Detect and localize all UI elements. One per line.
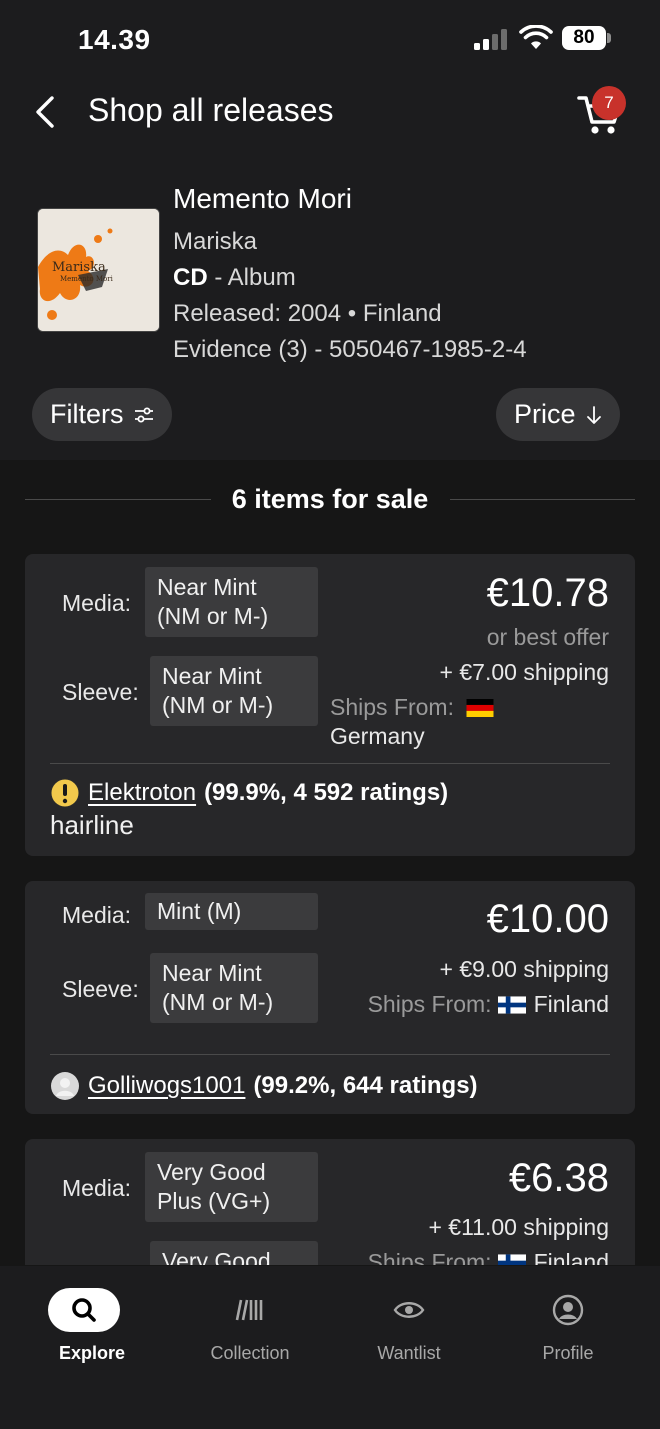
release-date-country: Released: 2004 • Finland bbox=[173, 300, 442, 327]
bottom-tab-bar: Explore Collection Wantlist Profile bbox=[0, 1266, 660, 1429]
sleeve-grade: Near Mint (NM or M-) bbox=[150, 656, 318, 726]
back-arrow-icon[interactable] bbox=[30, 94, 62, 130]
listing-card[interactable]: Media: Near Mint (NM or M-) Sleeve: Near… bbox=[25, 554, 635, 856]
ships-from-country: Finland bbox=[533, 1249, 609, 1265]
ships-from: Ships From: Finland bbox=[330, 990, 609, 1019]
listing-price: €6.38 bbox=[508, 1156, 609, 1200]
shipping-cost: + €9.00 shipping bbox=[439, 956, 609, 982]
listing-price: €10.00 bbox=[486, 897, 609, 941]
warning-icon bbox=[50, 778, 80, 808]
tab-wantlist[interactable]: Wantlist bbox=[334, 1266, 484, 1366]
germany-flag-icon bbox=[466, 699, 494, 717]
ships-from-country: Finland bbox=[533, 991, 609, 1017]
battery-tip bbox=[607, 33, 611, 43]
cover-text-title: Memento Mori bbox=[60, 275, 114, 283]
tab-profile-label: Profile bbox=[542, 1343, 594, 1363]
release-artist[interactable]: Mariska bbox=[173, 228, 257, 256]
search-icon bbox=[72, 1298, 96, 1322]
cellular-signal-icon bbox=[474, 28, 508, 50]
finland-flag-icon bbox=[497, 1254, 526, 1265]
listings-scroll-area[interactable]: Media: Near Mint (NM or M-) Sleeve: Near… bbox=[0, 530, 660, 1265]
ships-from-label: Ships From: bbox=[367, 1249, 492, 1265]
media-grade: Mint (M) bbox=[145, 893, 318, 930]
collection-icon bbox=[235, 1299, 263, 1321]
ships-from-label: Ships From: bbox=[367, 991, 492, 1017]
shipping-cost: + €11.00 shipping bbox=[428, 1214, 609, 1240]
arrow-down-icon bbox=[586, 405, 601, 424]
tab-collection-label: Collection bbox=[210, 1343, 290, 1363]
ships-from-country: Germany bbox=[330, 723, 425, 749]
filters-label: Filters bbox=[50, 399, 124, 429]
seller-name-link[interactable]: Elektroton bbox=[88, 779, 196, 807]
sliders-icon bbox=[134, 407, 153, 422]
status-bar: 14.39 80 bbox=[0, 0, 660, 80]
status-time: 14.39 bbox=[78, 24, 151, 55]
explore-active-pill bbox=[48, 1288, 120, 1332]
media-label: Media: bbox=[62, 1175, 132, 1201]
tab-collection[interactable]: Collection bbox=[175, 1266, 325, 1366]
seller-name-link[interactable]: Golliwogs1001 bbox=[88, 1072, 245, 1100]
wifi-icon bbox=[519, 25, 553, 49]
ships-from: Ships From: Finland bbox=[330, 1248, 609, 1265]
release-format-type: CD bbox=[173, 264, 208, 291]
battery-indicator: 80 bbox=[562, 26, 606, 50]
card-divider bbox=[50, 763, 610, 764]
eye-icon bbox=[393, 1302, 425, 1318]
album-cover[interactable]: Mariska Memento Mori bbox=[37, 208, 160, 332]
seller-rating: (99.2%, 644 ratings) bbox=[253, 1072, 478, 1099]
release-format: CD - Album bbox=[173, 264, 296, 292]
release-catalog: Evidence (3) - 5050467-1985-2-4 bbox=[173, 336, 527, 363]
cover-text-artist: Mariska bbox=[52, 260, 106, 275]
tab-profile[interactable]: Profile bbox=[493, 1266, 643, 1366]
release-title[interactable]: Memento Mori bbox=[173, 183, 352, 215]
sort-label: Price bbox=[514, 399, 576, 429]
ships-from: Ships From: Germany bbox=[330, 693, 610, 751]
media-label: Media: bbox=[62, 590, 132, 616]
cart-count-badge: 7 bbox=[592, 86, 626, 120]
finland-flag-icon bbox=[497, 996, 526, 1014]
tab-wantlist-label: Wantlist bbox=[377, 1343, 441, 1363]
count-divider-right bbox=[450, 499, 635, 500]
tab-explore[interactable]: Explore bbox=[17, 1266, 167, 1366]
seller-rating: (99.9%, 4 592 ratings) bbox=[204, 779, 449, 806]
filters-button[interactable]: Filters bbox=[32, 388, 172, 441]
listing-comment: hairline bbox=[50, 810, 134, 840]
sleeve-grade: Very Good bbox=[150, 1241, 318, 1265]
listing-card[interactable]: Media: Very Good Plus (VG+) Very Good €6… bbox=[25, 1139, 635, 1265]
seller-info: Golliwogs1001 (99.2%, 644 ratings) bbox=[50, 1071, 478, 1101]
sleeve-label: Sleeve: bbox=[62, 679, 139, 705]
ships-from-label: Ships From: bbox=[330, 694, 454, 720]
seller-avatar-icon bbox=[51, 1072, 79, 1100]
release-format-detail: - Album bbox=[207, 264, 296, 291]
media-grade: Very Good Plus (VG+) bbox=[145, 1152, 318, 1222]
sleeve-label: Sleeve: bbox=[62, 976, 139, 1002]
media-grade: Near Mint (NM or M-) bbox=[145, 567, 318, 637]
sleeve-grade: Near Mint (NM or M-) bbox=[150, 953, 318, 1023]
album-cover-art: Mariska Memento Mori bbox=[38, 209, 159, 331]
sort-price-button[interactable]: Price bbox=[496, 388, 620, 441]
media-label: Media: bbox=[62, 902, 132, 928]
best-offer-text: or best offer bbox=[486, 624, 609, 650]
shipping-cost: + €7.00 shipping bbox=[439, 659, 609, 685]
tab-explore-label: Explore bbox=[58, 1343, 126, 1363]
listing-price: €10.78 bbox=[486, 571, 609, 615]
page-title: Shop all releases bbox=[88, 92, 334, 128]
card-divider bbox=[50, 1054, 610, 1055]
seller-info: Elektroton (99.9%, 4 592 ratings) bbox=[50, 778, 448, 808]
listing-card[interactable]: Media: Mint (M) Sleeve: Near Mint (NM or… bbox=[25, 881, 635, 1114]
top-section: 14.39 80 Shop all releases 7 Mariska Mem… bbox=[0, 0, 660, 460]
profile-icon bbox=[552, 1294, 584, 1326]
